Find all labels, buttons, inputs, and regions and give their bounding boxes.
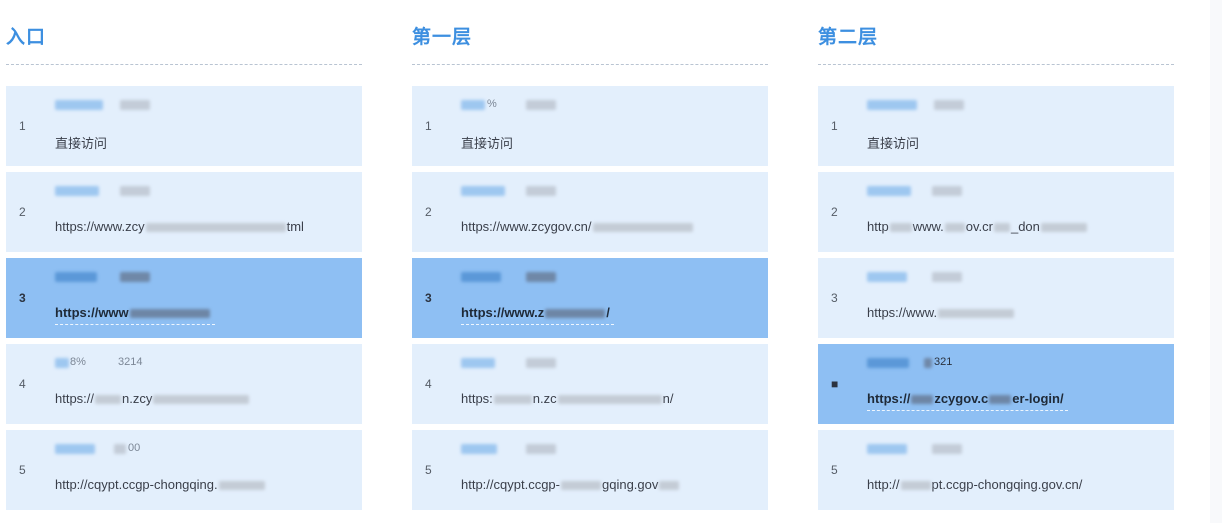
rank-number: 1	[19, 119, 26, 133]
rank-number: 4	[425, 377, 432, 391]
metric-value-mask	[934, 100, 964, 110]
metric-value-mask	[526, 444, 556, 454]
rank-number: 2	[19, 205, 26, 219]
row-list: 1 直接访问 2 http www. ov.cr _don 3 https://www…	[818, 86, 1174, 516]
metric-bar	[55, 100, 103, 110]
rank-number: 1	[831, 119, 838, 133]
metric-value-mask	[114, 444, 126, 454]
metric-bar	[461, 358, 495, 368]
list-item[interactable]: 2 https://www.zcy tml	[6, 172, 362, 252]
metric-value-mask	[526, 272, 556, 282]
rank-number: 3	[425, 291, 432, 305]
metric-bar	[867, 186, 911, 196]
list-item[interactable]: 1 % 直接访问	[412, 86, 768, 166]
rank-number: 3	[19, 291, 26, 305]
rank-number: 5	[19, 463, 26, 477]
rank-number: 1	[425, 119, 432, 133]
url-text: https://www	[55, 305, 215, 325]
rank-number: 2	[425, 205, 432, 219]
metric-value: 3214	[118, 356, 143, 368]
url-text: https://www.zcy tml	[55, 219, 304, 234]
divider	[412, 64, 768, 65]
metric-bar	[461, 272, 501, 282]
list-item[interactable]: 4 https: n.zc n/	[412, 344, 768, 424]
list-item[interactable]: 2 https://www.zcygov.cn/	[412, 172, 768, 252]
list-item[interactable]: 5 00 http://cqypt.ccgp-chongqing.	[6, 430, 362, 510]
metric-bar	[55, 444, 95, 454]
rank-number: 5	[831, 463, 838, 477]
metric-value-mask	[932, 272, 962, 282]
metric-bar	[55, 358, 69, 368]
metric-value-mask	[924, 358, 932, 368]
list-item[interactable]: 1 直接访问	[6, 86, 362, 166]
divider	[6, 64, 362, 65]
rank-number: 4	[19, 377, 26, 391]
url-text: http://cqypt.ccgp-chongqing.	[55, 477, 266, 492]
metric-value-mask	[120, 100, 150, 110]
list-item[interactable]: 5 http://cqypt.ccgp-gqing.gov	[412, 430, 768, 510]
metric-bar	[55, 272, 97, 282]
metric-value-mask	[932, 444, 962, 454]
url-text: 直接访问	[461, 136, 514, 151]
url-text: 直接访问	[867, 136, 920, 151]
url-text: https://zcygov.c er-login/	[867, 391, 1068, 411]
metric-value-mask	[526, 186, 556, 196]
url-text: http www. ov.cr _don	[867, 219, 1088, 234]
metric-bar	[461, 186, 505, 196]
metric-value-mask	[120, 272, 150, 282]
url-text: https://www.zcygov.cn/	[461, 219, 694, 234]
column-title: 第一层	[412, 26, 473, 48]
list-item-selected[interactable]: 3 https://www	[6, 258, 362, 338]
list-item[interactable]: 5 http://pt.ccgp-chongqing.gov.cn/	[818, 430, 1174, 510]
metric-value-mask	[526, 100, 556, 110]
list-item[interactable]: 3 https://www.	[818, 258, 1174, 338]
column-title: 第二层	[818, 26, 879, 48]
url-text: http://pt.ccgp-chongqing.gov.cn/	[867, 477, 1083, 492]
rank-number: 5	[425, 463, 432, 477]
divider	[818, 64, 1174, 65]
list-item[interactable]: 2 http www. ov.cr _don	[818, 172, 1174, 252]
url-text: https://n.zcy	[55, 391, 250, 406]
url-text: 直接访问	[55, 136, 108, 151]
url-text: https://www.	[867, 305, 1015, 320]
metric-value: 321	[934, 356, 953, 368]
rank-number: 3	[831, 291, 838, 305]
metric-value-mask	[932, 186, 962, 196]
url-text: https://www.z /	[461, 305, 614, 325]
list-item[interactable]: 4 8% 3214 https://n.zcy	[6, 344, 362, 424]
metric-value-mask	[526, 358, 556, 368]
metric-bar	[461, 444, 497, 454]
row-list: 1 % 直接访问 2 https://www.zcygov.cn/ 3 http…	[412, 86, 768, 516]
list-item-selected[interactable]: 3 https://www.z /	[412, 258, 768, 338]
url-text: https: n.zc n/	[461, 391, 674, 406]
rank-marker: ■	[831, 377, 839, 391]
list-item-selected[interactable]: ■ 321 https://zcygov.c er-login/	[818, 344, 1174, 424]
metric-value-mask	[120, 186, 150, 196]
list-item[interactable]: 1 直接访问	[818, 86, 1174, 166]
row-list: 1 直接访问 2 https://www.zcy tml 3 https://ww…	[6, 86, 362, 516]
url-text: http://cqypt.ccgp-gqing.gov	[461, 477, 680, 492]
metric-value: 00	[128, 442, 141, 454]
metric-bar	[867, 358, 909, 368]
right-edge-panel	[1210, 0, 1222, 523]
metric-bar	[867, 444, 907, 454]
column-title: 入口	[6, 26, 47, 48]
metric-bar	[461, 100, 485, 110]
metric-percent: %	[487, 98, 497, 110]
metric-bar	[867, 100, 917, 110]
rank-number: 2	[831, 205, 838, 219]
metric-percent: 8%	[70, 356, 86, 368]
metric-bar	[867, 272, 907, 282]
metric-bar	[55, 186, 99, 196]
